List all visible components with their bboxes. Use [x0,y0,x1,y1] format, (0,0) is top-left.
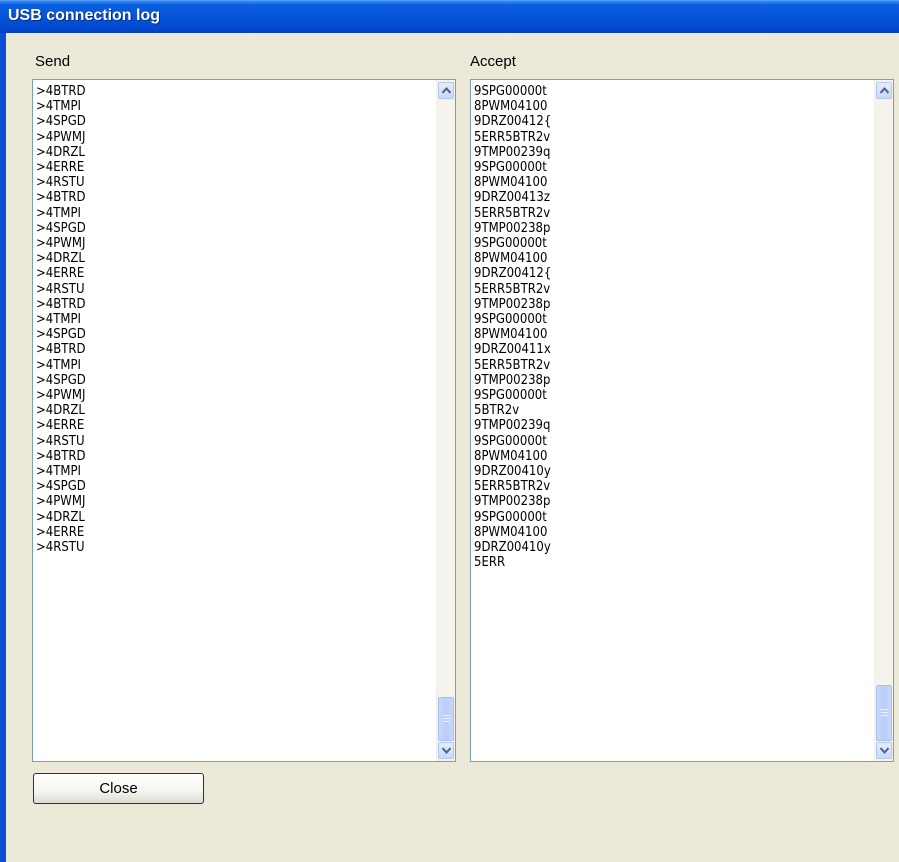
accept-list-item[interactable]: 5ERR5BTR2v [474,358,834,373]
send-list-item[interactable]: >4PWMJ [36,388,396,403]
send-grip-line [443,718,450,719]
chevron-down-icon [442,747,451,754]
send-list-item[interactable]: >4TMPI [36,358,396,373]
send-list-item[interactable]: >4PWMJ [36,236,396,251]
send-list-item[interactable]: >4ERRE [36,266,396,281]
accept-list-item[interactable]: 9DRZ00411x [474,342,834,357]
send-grip-line [443,715,450,716]
send-list-item[interactable]: >4SPGD [36,373,396,388]
accept-list-item[interactable]: 9SPG00000t [474,510,834,525]
send-list-item[interactable]: >4BTRD [36,84,396,99]
send-list-item[interactable]: >4TMPI [36,312,396,327]
accept-list-item[interactable]: 9SPG00000t [474,160,834,175]
send-list-items: >4BTRD >4TMPI >4SPGD >4PWMJ >4DRZL >4ERRE >4RS… [33,84,436,555]
accept-list-item[interactable]: 9TMP00238p [474,373,834,388]
send-list-item[interactable]: >4TMPI [36,206,396,221]
accept-grip-line [881,712,888,713]
send-scrollbar[interactable] [436,80,455,761]
accept-list-item[interactable]: 9DRZ00410y [474,464,834,479]
send-list-item[interactable]: >4SPGD [36,327,396,342]
send-list-item[interactable]: >4SPGD [36,221,396,236]
accept-scroll-up-button[interactable] [876,82,892,99]
send-list-item[interactable]: >4ERRE [36,160,396,175]
send-list-item[interactable]: >4DRZL [36,145,396,160]
send-list-item[interactable]: >4PWMJ [36,130,396,145]
window-frame-left [0,33,6,862]
title-bar[interactable]: USB connection log [0,0,899,33]
accept-list-item[interactable]: 5ERR5BTR2v [474,282,834,297]
send-list-item[interactable]: >4RSTU [36,175,396,190]
send-list-item[interactable]: >4DRZL [36,403,396,418]
send-list-item[interactable]: >4SPGD [36,479,396,494]
accept-scroll-thumb[interactable] [876,685,892,741]
window-title: USB connection log [8,7,160,24]
accept-scroll-down-button[interactable] [876,742,892,759]
accept-list-item[interactable]: 8PWM04100 [474,251,834,266]
send-list-item[interactable]: >4DRZL [36,510,396,525]
send-scroll-up-button[interactable] [438,82,454,99]
accept-list-items: 9SPG00000t 8PWM04100 9DRZ00412{5ERR5BTR2v 9… [471,84,874,571]
accept-list-item[interactable]: 9DRZ00410y [474,540,834,555]
accept-list-item[interactable]: 9TMP00238p [474,221,834,236]
send-list-item[interactable]: >4ERRE [36,418,396,433]
send-list-item[interactable]: >4RSTU [36,282,396,297]
usb-log-window: USB connection log Send >4BTRD >4TMPI >4SP… [0,0,899,862]
accept-list-item[interactable]: 9SPG00000t [474,84,834,99]
accept-label: Accept [470,53,516,70]
chevron-up-icon [442,87,451,94]
send-list-item[interactable]: >4BTRD [36,297,396,312]
accept-grip-line [881,709,888,710]
send-list-item[interactable]: >4TMPI [36,464,396,479]
send-grip-line [443,721,450,722]
send-list-item[interactable]: >4DRZL [36,251,396,266]
send-label: Send [35,53,71,70]
accept-list-item[interactable]: 8PWM04100 [474,525,834,540]
accept-list-item[interactable]: 8PWM04100 [474,327,834,342]
chevron-up-icon [880,87,889,94]
accept-list-item[interactable]: 9DRZ00412{ [474,266,834,281]
send-list-item[interactable]: >4RSTU [36,540,396,555]
accept-list-item[interactable]: 9SPG00000t [474,388,834,403]
send-list-item[interactable]: >4BTRD [36,190,396,205]
send-list-item[interactable]: >4BTRD [36,342,396,357]
accept-list-item[interactable]: 5BTR2v [474,403,834,418]
accept-grip-line [881,715,888,716]
accept-list-item[interactable]: 8PWM04100 [474,449,834,464]
send-scroll-thumb[interactable] [438,697,454,741]
accept-scrollbar[interactable] [874,80,893,761]
accept-list-item[interactable]: 9TMP00238p [474,297,834,312]
send-list-item[interactable]: >4RSTU [36,434,396,449]
accept-list-item[interactable]: 9DRZ00412{ [474,114,834,129]
close-button[interactable]: Close [33,773,204,804]
accept-listbox[interactable]: 9SPG00000t 8PWM04100 9DRZ00412{5ERR5BTR2v 9… [470,79,894,762]
accept-list-item[interactable]: 5ERR5BTR2v [474,479,834,494]
send-scroll-down-button[interactable] [438,742,454,759]
send-list-item[interactable]: >4BTRD [36,449,396,464]
accept-list-item[interactable]: 9TMP00238p [474,494,834,509]
chevron-down-icon [880,747,889,754]
send-list-item[interactable]: >4PWMJ [36,494,396,509]
send-list-item[interactable]: >4SPGD [36,114,396,129]
accept-list-item[interactable]: 5ERR5BTR2v [474,130,834,145]
accept-list-item[interactable]: 8PWM04100 [474,175,834,190]
send-listbox[interactable]: >4BTRD >4TMPI >4SPGD >4PWMJ >4DRZL >4ERRE >4RS… [32,79,456,762]
accept-list-item[interactable]: 9DRZ00413z [474,190,834,205]
send-list-item[interactable]: >4TMPI [36,99,396,114]
accept-list-item[interactable]: 8PWM04100 [474,99,834,114]
accept-list-item[interactable]: 9SPG00000t [474,236,834,251]
accept-list-item[interactable]: 9TMP00239q [474,145,834,160]
accept-list-item[interactable]: 5ERR [474,555,834,570]
send-list-item[interactable]: >4ERRE [36,525,396,540]
accept-list-item[interactable]: 9SPG00000t [474,312,834,327]
accept-list-item[interactable]: 5ERR5BTR2v [474,206,834,221]
accept-list-item[interactable]: 9TMP00239q [474,418,834,433]
accept-list-item[interactable]: 9SPG00000t [474,434,834,449]
